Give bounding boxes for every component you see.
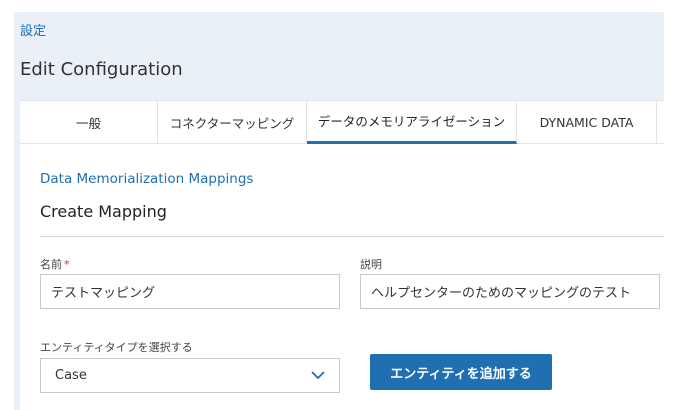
name-label-text: 名前 (40, 258, 62, 271)
divider (40, 236, 664, 237)
tab-connector-mapping[interactable]: コネクターマッピング (158, 100, 307, 144)
breadcrumb-settings-link[interactable]: 設定 (20, 20, 46, 39)
tab-bar: 一般 コネクターマッピング データのメモリアライゼーション DYNAMIC DA… (20, 100, 664, 144)
page: 設定 Edit Configuration 一般 コネクターマッピング データの… (0, 0, 675, 410)
description-label: 説明 (360, 258, 382, 271)
header-band (14, 12, 664, 100)
section-title: Create Mapping (40, 202, 167, 221)
entity-type-label: エンティティタイプを選択する (40, 341, 193, 354)
tab-dynamic-data[interactable]: DYNAMIC DATA (517, 100, 657, 144)
tab-general[interactable]: 一般 (20, 100, 158, 144)
name-input[interactable]: テストマッピング (40, 274, 340, 309)
configuration-card: 一般 コネクターマッピング データのメモリアライゼーション DYNAMIC DA… (20, 100, 664, 410)
name-label: 名前 * (40, 256, 70, 272)
add-entity-button[interactable]: エンティティを追加する (370, 354, 552, 390)
description-input[interactable]: ヘルプセンターのためのマッピングのテスト (360, 274, 660, 309)
tab-data-memorialization[interactable]: データのメモリアライゼーション (307, 100, 517, 144)
required-asterisk: * (64, 258, 70, 271)
entity-type-select[interactable]: Case (40, 358, 340, 393)
chevron-down-icon (311, 371, 325, 381)
data-memorialization-mappings-link[interactable]: Data Memorialization Mappings (40, 171, 253, 187)
page-title: Edit Configuration (20, 59, 183, 80)
entity-type-value: Case (55, 368, 87, 383)
